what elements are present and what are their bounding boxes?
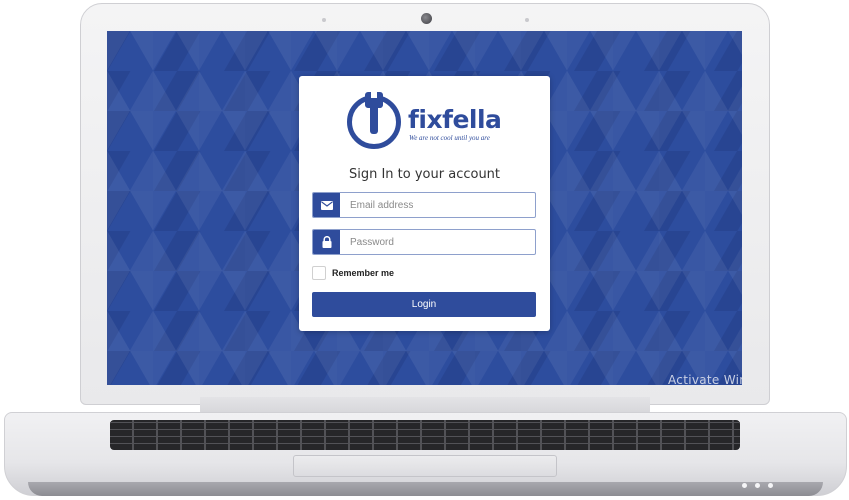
sensor-dot [322, 18, 326, 22]
sign-in-heading: Sign In to your account [348, 167, 501, 182]
power-wrench-icon [347, 90, 401, 149]
status-light [768, 483, 773, 488]
password-field [312, 229, 536, 255]
sensor-dot [525, 18, 529, 22]
lock-icon [313, 230, 340, 254]
status-light [755, 483, 760, 488]
status-light [742, 483, 747, 488]
password-input[interactable] [340, 230, 535, 254]
envelope-icon [313, 193, 340, 217]
activate-windows-watermark: Activate Windows [668, 373, 742, 387]
login-screen: fixfella We are not cool until you are S… [107, 31, 742, 385]
webcam [421, 13, 432, 24]
remember-me-checkbox[interactable] [312, 266, 326, 280]
remember-me-label: Remember me [332, 268, 395, 278]
brand-logo: fixfella We are not cool until you are [347, 90, 507, 151]
email-field [312, 192, 536, 218]
keyboard [110, 420, 740, 450]
laptop-base-edge [28, 482, 823, 496]
brand-name: fixfella [408, 105, 502, 134]
login-card: fixfella We are not cool until you are S… [299, 76, 550, 331]
email-input[interactable] [340, 193, 535, 217]
brand-tagline: We are not cool until you are [409, 134, 490, 142]
touchpad [293, 455, 557, 477]
remember-me[interactable]: Remember me [312, 266, 394, 280]
login-button[interactable]: Login [312, 292, 536, 317]
